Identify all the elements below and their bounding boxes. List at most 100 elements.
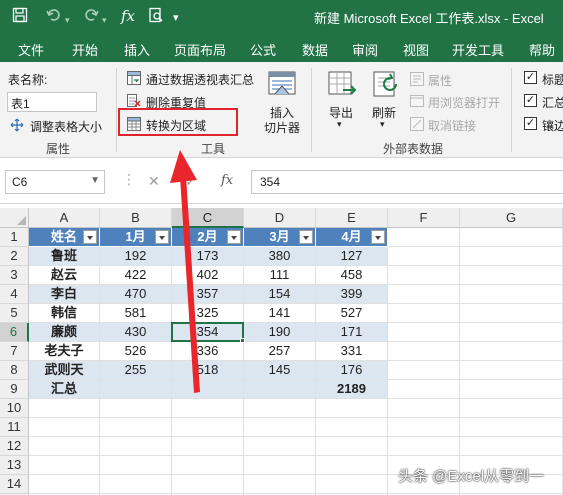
empty-cell[interactable]: [244, 456, 316, 475]
empty-cell[interactable]: [29, 456, 100, 475]
table-cell[interactable]: 廉颇: [29, 323, 100, 342]
empty-cell[interactable]: [388, 380, 460, 399]
table-cell[interactable]: 鲁班: [29, 247, 100, 266]
row-header-13[interactable]: 13: [0, 456, 29, 475]
tab-page-layout[interactable]: 页面布局: [174, 40, 226, 59]
empty-cell[interactable]: [460, 304, 563, 323]
empty-cell[interactable]: [172, 418, 244, 437]
empty-cell[interactable]: [460, 418, 563, 437]
filter-dropdown-icon[interactable]: [227, 230, 241, 244]
row-header-9[interactable]: 9: [0, 380, 29, 399]
empty-cell[interactable]: [29, 418, 100, 437]
table-cell[interactable]: 111: [244, 266, 316, 285]
select-all-corner[interactable]: [0, 208, 29, 228]
total-row-cell[interactable]: 汇总: [29, 380, 100, 399]
empty-cell[interactable]: [388, 361, 460, 380]
formula-input[interactable]: 354: [251, 170, 563, 194]
table-cell[interactable]: 402: [172, 266, 244, 285]
table-cell[interactable]: 141: [244, 304, 316, 323]
table-cell[interactable]: 336: [172, 342, 244, 361]
column-header-c[interactable]: C: [172, 208, 244, 228]
table-cell[interactable]: 武则天: [29, 361, 100, 380]
column-header-d[interactable]: D: [244, 208, 316, 228]
empty-cell[interactable]: [316, 475, 388, 494]
total-row-cell[interactable]: [172, 380, 244, 399]
row-header-4[interactable]: 4: [0, 285, 29, 304]
table-header-cell[interactable]: 3月: [244, 228, 316, 247]
tab-home[interactable]: 开始: [72, 40, 98, 59]
row-header-11[interactable]: 11: [0, 418, 29, 437]
total-row-checkbox[interactable]: ✓: [524, 94, 537, 107]
table-cell[interactable]: 李白: [29, 285, 100, 304]
empty-cell[interactable]: [316, 418, 388, 437]
empty-cell[interactable]: [388, 266, 460, 285]
total-row-cell[interactable]: 2189: [316, 380, 388, 399]
table-header-cell[interactable]: 4月: [316, 228, 388, 247]
tab-view[interactable]: 视图: [403, 40, 429, 59]
table-header-cell[interactable]: 2月: [172, 228, 244, 247]
table-cell[interactable]: 527: [316, 304, 388, 323]
print-preview-icon[interactable]: [148, 7, 164, 28]
empty-cell[interactable]: [100, 475, 172, 494]
function-icon[interactable]: fx: [121, 7, 135, 25]
name-box-dropdown-icon[interactable]: ▼: [90, 175, 100, 186]
header-row-checkbox[interactable]: ✓: [524, 71, 537, 84]
empty-cell[interactable]: [460, 361, 563, 380]
empty-cell[interactable]: [460, 266, 563, 285]
empty-cell[interactable]: [460, 380, 563, 399]
fill-handle[interactable]: [240, 338, 245, 343]
column-header-b[interactable]: B: [100, 208, 172, 228]
empty-cell[interactable]: [388, 285, 460, 304]
empty-cell[interactable]: [388, 342, 460, 361]
empty-cell[interactable]: [388, 323, 460, 342]
table-cell[interactable]: 331: [316, 342, 388, 361]
empty-cell[interactable]: [244, 418, 316, 437]
filter-dropdown-icon[interactable]: [371, 230, 385, 244]
export-dropdown-icon[interactable]: ▾: [337, 119, 342, 130]
tab-insert[interactable]: 插入: [124, 40, 150, 59]
name-box[interactable]: C6 ▼: [5, 170, 105, 194]
empty-cell[interactable]: [316, 437, 388, 456]
resize-table-button[interactable]: 调整表格大小: [30, 118, 102, 135]
empty-cell[interactable]: [388, 399, 460, 418]
empty-cell[interactable]: [316, 399, 388, 418]
empty-cell[interactable]: [388, 247, 460, 266]
table-cell[interactable]: 526: [100, 342, 172, 361]
tab-help[interactable]: 帮助: [529, 40, 555, 59]
empty-cell[interactable]: [29, 399, 100, 418]
redo-dropdown-icon[interactable]: ▾: [102, 11, 107, 29]
tab-developer[interactable]: 开发工具: [452, 40, 504, 59]
column-header-e[interactable]: E: [316, 208, 388, 228]
empty-cell[interactable]: [388, 418, 460, 437]
worksheet-grid[interactable]: ABCDEFG 123456789101112131415 姓名1月2月3月4月…: [0, 204, 563, 495]
table-cell[interactable]: 176: [316, 361, 388, 380]
empty-cell[interactable]: [100, 399, 172, 418]
filter-dropdown-icon[interactable]: [155, 230, 169, 244]
table-cell[interactable]: 154: [244, 285, 316, 304]
total-row-cell[interactable]: [244, 380, 316, 399]
row-header-12[interactable]: 12: [0, 437, 29, 456]
row-header-2[interactable]: 2: [0, 247, 29, 266]
tab-file[interactable]: 文件: [18, 40, 44, 59]
empty-cell[interactable]: [460, 437, 563, 456]
undo-dropdown-icon[interactable]: ▾: [65, 11, 70, 29]
insert-function-icon[interactable]: fx: [221, 173, 233, 188]
empty-cell[interactable]: [460, 342, 563, 361]
empty-cell[interactable]: [316, 456, 388, 475]
unlink-button[interactable]: 取消链接: [428, 117, 476, 134]
empty-cell[interactable]: [244, 437, 316, 456]
empty-cell[interactable]: [172, 456, 244, 475]
empty-cell[interactable]: [460, 228, 563, 247]
banded-rows-checkbox[interactable]: ✓: [524, 117, 537, 130]
table-cell[interactable]: 380: [244, 247, 316, 266]
table-cell[interactable]: 145: [244, 361, 316, 380]
empty-cell[interactable]: [29, 437, 100, 456]
empty-cell[interactable]: [460, 323, 563, 342]
empty-cell[interactable]: [100, 418, 172, 437]
refresh-dropdown-icon[interactable]: ▾: [380, 119, 385, 130]
table-cell[interactable]: 190: [244, 323, 316, 342]
table-cell[interactable]: 127: [316, 247, 388, 266]
table-cell[interactable]: 173: [172, 247, 244, 266]
table-cell[interactable]: 171: [316, 323, 388, 342]
row-header-7[interactable]: 7: [0, 342, 29, 361]
